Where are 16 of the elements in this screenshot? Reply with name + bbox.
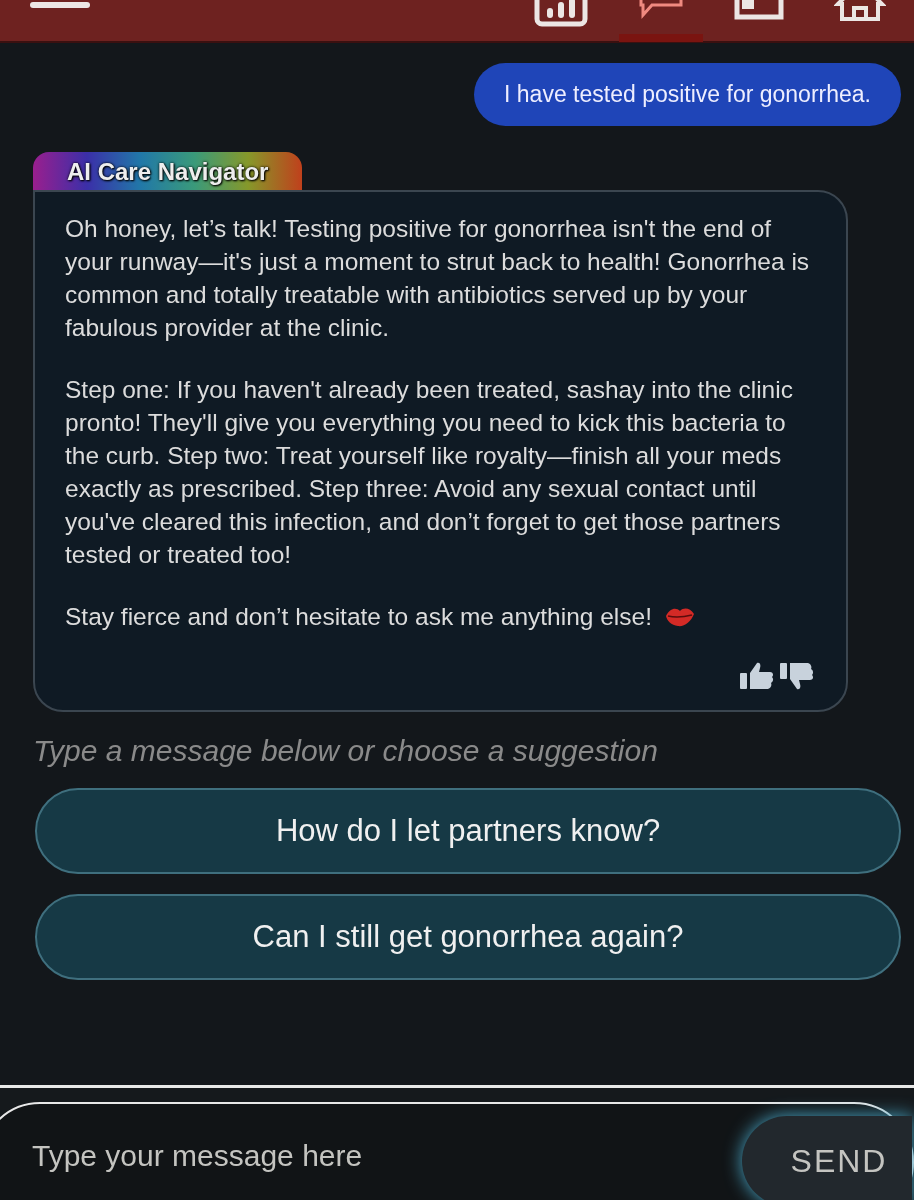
hint-text: Type a message below or choose a suggestion (33, 734, 659, 768)
user-message: I have tested positive for gonorrhea. (474, 63, 901, 126)
lips-icon (664, 606, 696, 628)
message-paragraph: Stay fierce and don’t hesitate to ask me anything else! (65, 600, 816, 633)
thumbs-up-icon[interactable] (740, 662, 774, 690)
message-input[interactable]: Type your message here SEND (0, 1102, 914, 1200)
home-icon[interactable] (834, 0, 886, 22)
assistant-label: AI Care Navigator (33, 152, 303, 190)
chart-icon[interactable] (534, 0, 588, 28)
send-button[interactable]: SEND (742, 1116, 912, 1200)
thumbs-down-icon[interactable] (780, 662, 814, 690)
suggestion-button[interactable]: How do I let partners know? (35, 788, 901, 874)
window-icon[interactable] (734, 0, 784, 20)
suggestion-button[interactable]: Can I still get gonorrhea again? (35, 894, 901, 980)
message-paragraph: Step one: If you haven't already been treated, sashay into the clinic pronto! They'll give you everything you need to kick this bacteria to the curb. Step two: Treat yourself like royalty—finish all your meds exactly as prescribed. Step three: Avoid any sexual contact until you've cleared this infection, and don’t forget to get those partners tested or treated too! (65, 375, 794, 570)
message-paragraph: Oh honey, let’s talk! Testing positive for gonorrhea isn't the end of your runway—it's just a moment to strut back to health! Gonorrhea is common and totally treatable with antibiotics served up by your fabulous provider at the clinic. (65, 214, 811, 343)
